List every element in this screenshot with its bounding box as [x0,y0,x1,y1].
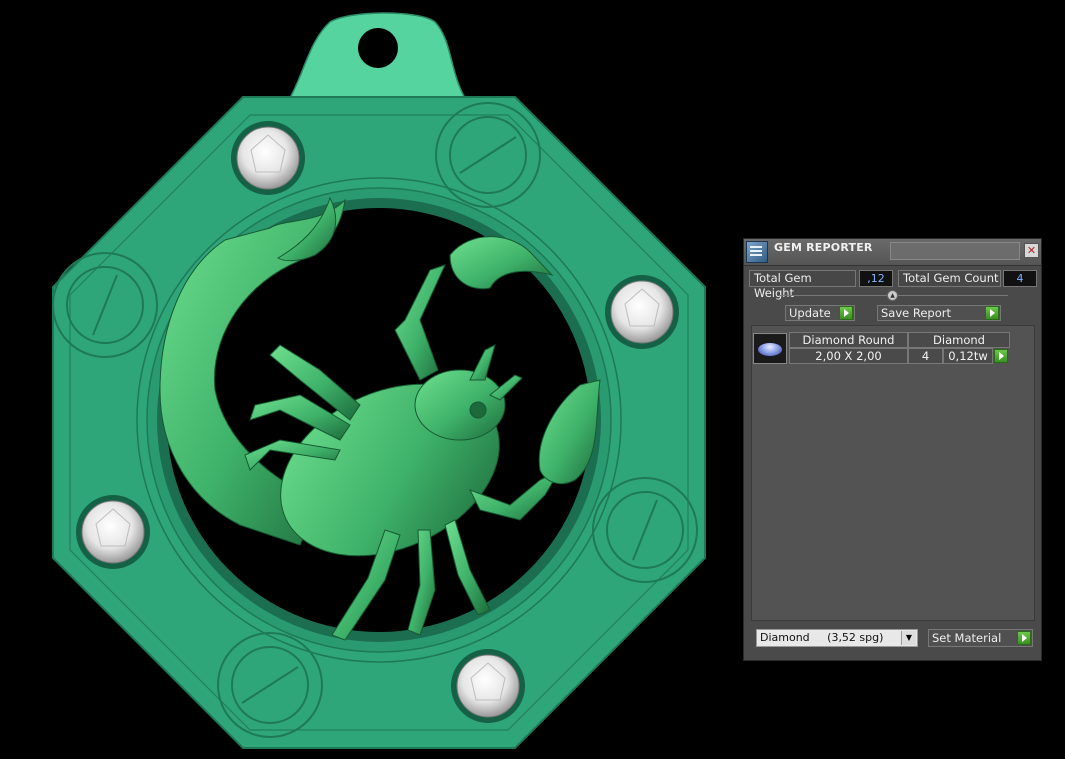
gem-bottom[interactable] [451,649,525,723]
material-select[interactable]: Diamond (3,52 spg) ▼ [756,629,918,647]
chevron-down-icon[interactable]: ▼ [901,631,916,645]
total-gem-count-label: Total Gem Count [898,270,1001,287]
row-select-go-icon[interactable] [994,349,1008,363]
table-row-count[interactable]: 4 [908,348,943,364]
gem-left[interactable] [76,495,150,569]
save-report-go-icon[interactable] [985,306,999,320]
pendant-bail [288,12,467,99]
update-button[interactable]: Update [785,305,855,321]
update-button-label: Update [789,306,831,320]
3d-viewport[interactable] [0,0,740,759]
panel-title: GEM REPORTER [774,241,873,254]
table-row-size[interactable]: 2,00 X 2,00 [789,348,908,364]
table-row-weight[interactable]: 0,12tw [943,348,993,364]
total-gem-count-value: 4 [1003,270,1037,287]
set-material-go-icon[interactable] [1017,631,1031,645]
collapse-knob-icon[interactable]: ▲ [887,290,898,301]
save-report-button[interactable]: Save Report [877,305,1001,321]
panel-titlebar[interactable]: GEM REPORTER ✕ [744,239,1041,266]
gem-list[interactable] [751,325,1035,621]
total-gem-weight-value: ,12 [859,270,893,287]
gem-thumbnail-icon [753,333,787,364]
table-header-shape: Diamond Round [789,332,908,348]
gem-reporter-panel: GEM REPORTER ✕ Total Gem Weight ,12 Tota… [743,238,1042,661]
set-material-button[interactable]: Set Material [928,629,1033,647]
close-icon[interactable]: ✕ [1024,243,1039,258]
gem-reporter-app-icon [746,241,768,263]
material-select-value: Diamond (3,52 spg) [760,631,884,644]
set-material-button-label: Set Material [932,631,1002,645]
total-gem-weight-label: Total Gem Weight [749,270,856,300]
gem-top-left[interactable] [231,121,305,195]
update-go-icon[interactable] [839,306,853,320]
table-header-material: Diamond [908,332,1010,348]
save-report-button-label: Save Report [881,306,952,320]
titlebar-drag-area[interactable] [890,242,1020,260]
gem-right[interactable] [605,275,679,349]
